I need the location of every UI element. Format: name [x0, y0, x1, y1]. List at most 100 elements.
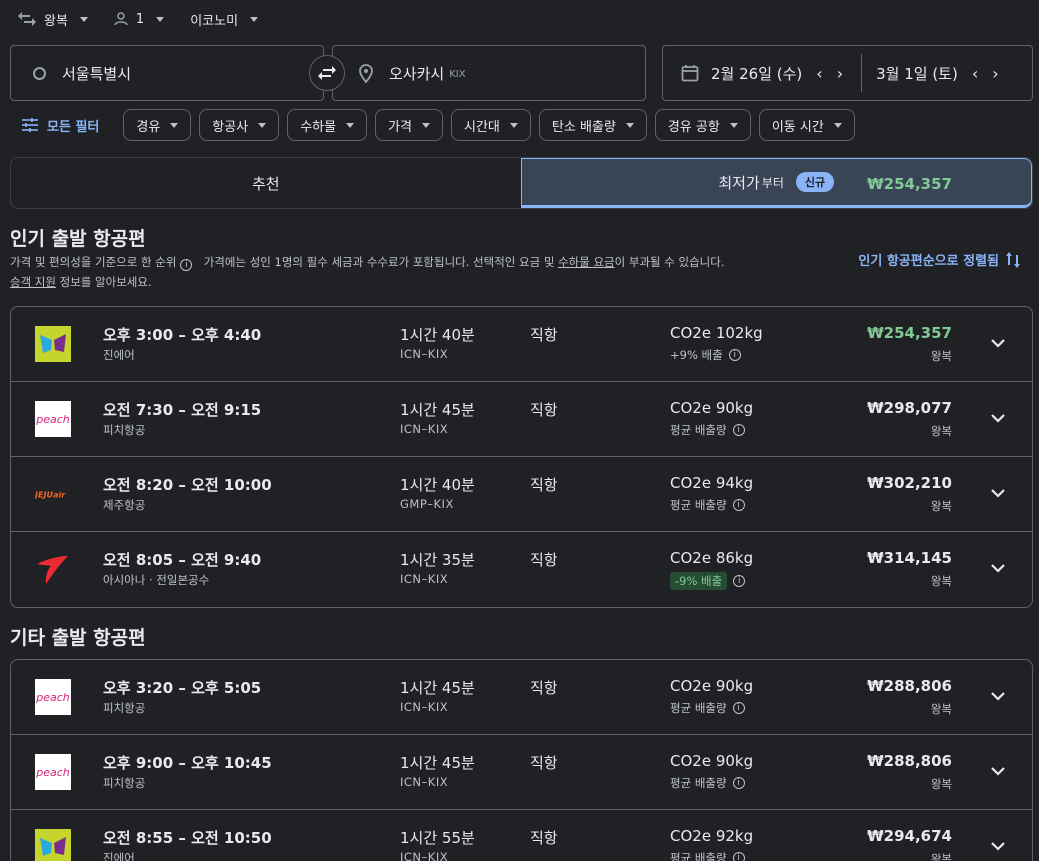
person-icon: [114, 12, 128, 26]
chip-stops[interactable]: 경유: [123, 109, 192, 141]
chip-label: 시간대: [464, 119, 500, 135]
airline-name: 피치항공: [103, 701, 146, 715]
date-field[interactable]: 2월 26일 (수) ‹ › 3월 1일 (토) ‹ ›: [662, 45, 1033, 101]
co2-note: 평균 배출량 i: [670, 775, 749, 791]
caret-down-icon: [156, 16, 165, 22]
tab-cheapest-label: 최저가: [718, 173, 760, 192]
flight-route: ICN–KIX: [400, 572, 449, 586]
caret-down-icon: [170, 122, 179, 128]
chip-bags[interactable]: 수하물: [287, 109, 368, 141]
info-icon[interactable]: i: [728, 349, 741, 361]
destination-field[interactable]: 오사카시 KIX: [332, 45, 646, 101]
flight-duration: 1시간 45분: [400, 679, 475, 697]
flight-co2: CO2e 86kg: [670, 549, 754, 567]
origin-field[interactable]: 서울특별시: [10, 45, 324, 101]
expand-chevron-icon[interactable]: [988, 483, 1008, 503]
all-filters-button[interactable]: 모든 필터: [22, 116, 99, 135]
price-note: 가격에는 성인 1명의 필수 세금과 수수료가 포함됩니다. 선택적인 요금 및: [203, 255, 555, 269]
svg-text:peach: peach: [35, 691, 70, 704]
new-badge: 신규: [795, 172, 835, 192]
info-icon[interactable]: i: [732, 424, 745, 436]
peach-logo-icon: peach: [35, 679, 71, 715]
expand-chevron-icon[interactable]: [988, 836, 1008, 856]
flight-price: ₩294,674: [867, 827, 952, 845]
ranking-note: 가격 및 편의성을 기준으로 한 순위: [10, 255, 177, 269]
tab-recommended-label: 추천: [251, 174, 280, 193]
jinair-logo-icon: [35, 326, 71, 362]
info-icon[interactable]: i: [732, 852, 745, 861]
passenger-assist-link[interactable]: 승객 지원: [10, 275, 56, 289]
flight-duration: 1시간 40분: [400, 326, 475, 344]
tab-recommended[interactable]: 추천: [11, 158, 521, 208]
chip-label: 경유: [136, 119, 161, 135]
info-icon[interactable]: i: [732, 702, 745, 714]
tab-cheapest[interactable]: 최저가 ₩254,357 부터 신규: [520, 158, 1032, 208]
co2-note-text: 평균 배출량: [670, 423, 727, 437]
location-pin-icon: [359, 63, 373, 83]
caret-down-icon: [833, 122, 842, 128]
flight-times: 오전 7:30 – 오전 9:15: [103, 401, 262, 419]
flight-row[interactable]: 오전 8:05 – 오전 9:40 아시아나 · 전일본공수 1시간 35분 I…: [11, 532, 1032, 607]
flight-price: ₩254,357: [867, 324, 952, 342]
other-flights-title: 기타 출발 항공편: [10, 627, 146, 649]
swap-icon: [318, 66, 336, 80]
caret-down-icon: [258, 122, 267, 128]
flight-co2: CO2e 92kg: [670, 827, 754, 845]
chip-duration[interactable]: 이동 시간: [758, 109, 855, 141]
popular-flight-list: 오후 3:00 – 오후 4:40 진에어 1시간 40분 ICN–KIX 직항…: [10, 306, 1033, 608]
chevron-right-icon[interactable]: ›: [837, 64, 843, 83]
co2-note: -9% 배출 i: [670, 572, 749, 590]
origin-value: 서울특별시: [62, 64, 132, 83]
trip-type-select[interactable]: 왕복: [18, 10, 88, 29]
chevron-left-icon[interactable]: ‹: [972, 64, 978, 83]
info-icon[interactable]: i: [732, 777, 745, 789]
caret-down-icon: [422, 122, 430, 128]
flight-times: 오전 8:05 – 오전 9:40: [103, 551, 262, 569]
chevron-right-icon[interactable]: ›: [992, 64, 998, 83]
expand-chevron-icon[interactable]: [988, 408, 1008, 428]
caret-down-icon: [509, 122, 518, 128]
info-icon[interactable]: i: [733, 575, 746, 587]
chip-price[interactable]: 가격: [375, 109, 443, 141]
expand-chevron-icon[interactable]: [988, 558, 1008, 578]
chip-times[interactable]: 시간대: [451, 109, 531, 141]
sort-button[interactable]: 인기 항공편순으로 정렬됨: [858, 250, 1021, 269]
flight-row[interactable]: JEJUair 오전 8:20 – 오전 10:00 제주항공 1시간 40분 …: [11, 457, 1032, 532]
co2-note-text: 평균 배출량: [670, 701, 727, 715]
flight-co2: CO2e 94kg: [670, 474, 754, 492]
info-icon[interactable]: i: [732, 499, 745, 511]
return-date[interactable]: 3월 1일 (토) ‹ ›: [876, 63, 999, 84]
swap-locations-button[interactable]: [309, 55, 345, 91]
peach-logo-icon: peach: [35, 401, 71, 437]
flight-row[interactable]: 오후 3:00 – 오후 4:40 진에어 1시간 40분 ICN–KIX 직항…: [11, 307, 1032, 382]
calendar-icon: [681, 65, 699, 82]
bag-fees-link[interactable]: 수하물 요금: [558, 255, 615, 269]
expand-chevron-icon[interactable]: [988, 333, 1008, 353]
co2-note-text: -9% 배출: [670, 572, 728, 590]
flight-route: ICN–KIX: [400, 850, 449, 861]
chip-connecting-airports[interactable]: 경유 공항: [654, 109, 751, 141]
flight-row[interactable]: peach 오후 3:20 – 오후 5:05 피치항공 1시간 45분 ICN…: [11, 660, 1032, 735]
chevron-left-icon[interactable]: ‹: [816, 64, 822, 83]
info-icon[interactable]: i: [180, 259, 193, 271]
popular-flights-title: 인기 출발 항공편: [10, 228, 146, 250]
swap-arrows-icon: [18, 12, 36, 26]
expand-chevron-icon[interactable]: [988, 686, 1008, 706]
trip-options: 왕복 1 이코노미: [18, 8, 284, 30]
flight-row[interactable]: 오전 8:55 – 오전 10:50 진에어 1시간 55분 ICN–KIX 직…: [11, 810, 1032, 861]
cabin-select[interactable]: 이코노미: [190, 10, 259, 29]
chip-label: 항공사: [212, 119, 249, 135]
flight-row[interactable]: peach 오전 7:30 – 오전 9:15 피치항공 1시간 45분 ICN…: [11, 382, 1032, 457]
airline-name: 진에어: [103, 851, 135, 861]
expand-chevron-icon[interactable]: [988, 761, 1008, 781]
depart-date[interactable]: 2월 26일 (수) ‹ ›: [711, 63, 843, 84]
flight-stops: 직항: [530, 401, 558, 419]
trip-type-label: 왕복: [44, 13, 68, 29]
chip-label: 경유 공항: [667, 119, 720, 135]
flight-co2: CO2e 90kg: [670, 752, 754, 770]
passenger-select[interactable]: 1: [114, 12, 165, 27]
depart-date-value: 2월 26일 (수): [711, 64, 803, 83]
chip-airlines[interactable]: 항공사: [199, 109, 280, 141]
chip-emissions[interactable]: 탄소 배출량: [538, 109, 647, 141]
flight-row[interactable]: peach 오후 9:00 – 오후 10:45 피치항공 1시간 45분 IC…: [11, 735, 1032, 810]
